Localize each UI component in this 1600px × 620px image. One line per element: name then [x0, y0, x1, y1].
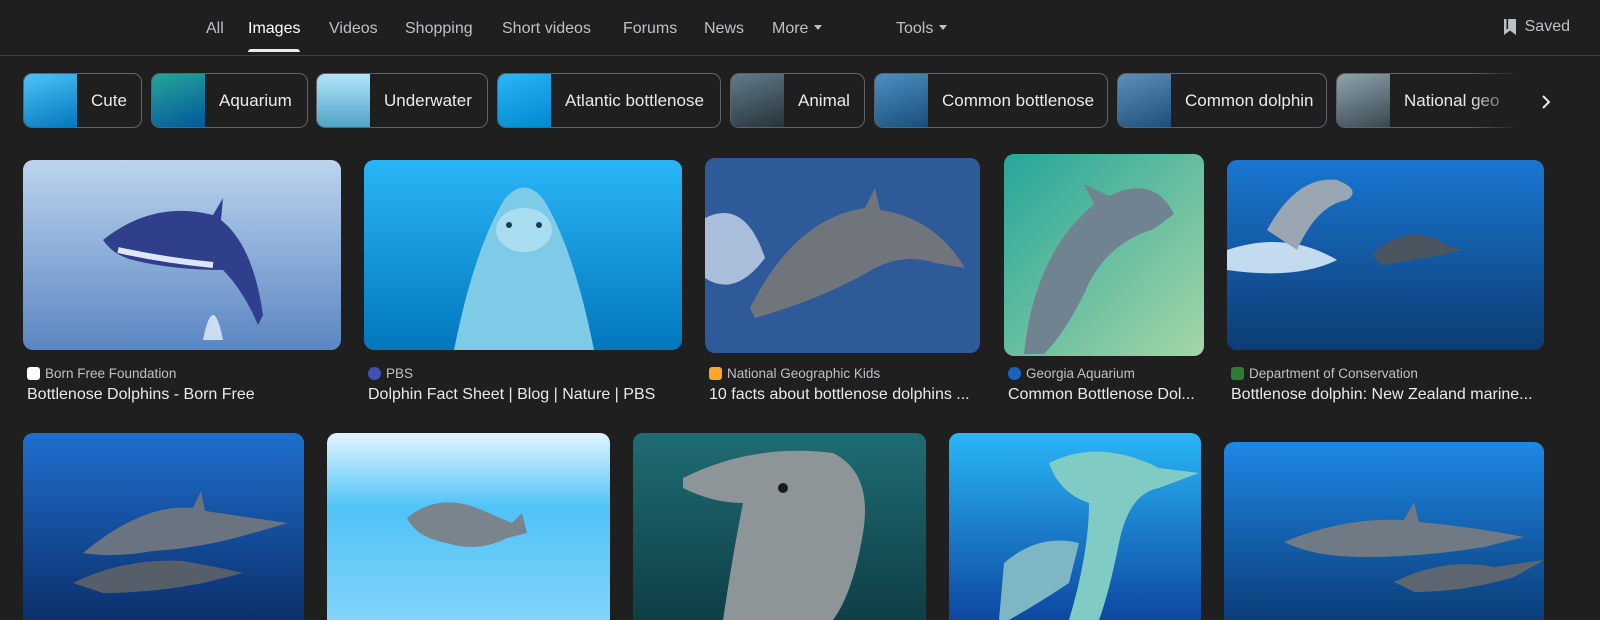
result-image[interactable]: [705, 158, 980, 353]
image-result[interactable]: [23, 433, 304, 620]
chip-aquarium[interactable]: Aquarium: [151, 73, 308, 128]
tab-forums[interactable]: Forums: [623, 20, 677, 38]
chip-thumbnail: [1118, 74, 1171, 127]
result-title[interactable]: Common Bottlenose Dol...: [1008, 386, 1204, 404]
chip-label: Underwater: [384, 90, 472, 110]
tab-images-label: Images: [248, 20, 301, 37]
chip-label: Aquarium: [219, 90, 292, 110]
source-name: Department of Conservation: [1249, 366, 1418, 381]
tab-shopping[interactable]: Shopping: [405, 20, 473, 38]
tools-label: Tools: [896, 20, 934, 37]
chip-thumbnail: [317, 74, 370, 127]
result-image[interactable]: [949, 433, 1201, 620]
chip-thumbnail: [1337, 74, 1390, 127]
saved-button[interactable]: Saved: [1503, 18, 1570, 36]
result-image[interactable]: [364, 160, 682, 350]
chip-thumbnail: [875, 74, 928, 127]
image-result[interactable]: PBS Dolphin Fact Sheet | Blog | Nature |…: [364, 160, 682, 410]
image-result[interactable]: [327, 433, 610, 620]
result-image[interactable]: [633, 433, 926, 620]
image-result[interactable]: Department of Conservation Bottlenose do…: [1227, 160, 1544, 410]
chip-underwater[interactable]: Underwater: [316, 73, 488, 128]
bookmark-icon: [1503, 19, 1516, 35]
site-favicon-icon: [27, 367, 40, 380]
related-searches-chips: Cute Aquarium Underwater Atlantic bottle…: [23, 73, 1543, 129]
site-favicon-icon: [368, 367, 381, 380]
image-result[interactable]: Georgia Aquarium Common Bottlenose Dol..…: [1004, 154, 1204, 410]
tab-short-videos[interactable]: Short videos: [502, 20, 591, 38]
result-image[interactable]: [1224, 442, 1544, 620]
chevron-down-icon: [814, 25, 823, 30]
source-name: Georgia Aquarium: [1026, 366, 1135, 381]
source-name: National Geographic Kids: [727, 366, 881, 381]
result-title[interactable]: 10 facts about bottlenose dolphins ...: [709, 386, 980, 404]
chip-thumbnail: [24, 74, 77, 127]
tab-more[interactable]: More: [772, 20, 823, 38]
chevron-down-icon: [939, 25, 948, 30]
result-image[interactable]: [327, 433, 610, 620]
source-name: Born Free Foundation: [45, 366, 177, 381]
result-image[interactable]: [23, 160, 341, 350]
search-tabs-bar: All Images Videos Shopping Short videos …: [0, 0, 1600, 56]
tab-videos[interactable]: Videos: [329, 20, 378, 38]
image-result[interactable]: Born Free Foundation Bottlenose Dolphins…: [23, 160, 341, 410]
tools-button[interactable]: Tools: [896, 20, 948, 38]
chip-label: Common dolphin: [1185, 90, 1314, 110]
image-result[interactable]: National Geographic Kids 10 facts about …: [705, 158, 980, 410]
result-title[interactable]: Dolphin Fact Sheet | Blog | Nature | PBS: [368, 386, 682, 404]
tab-news[interactable]: News: [704, 20, 744, 38]
site-favicon-icon: [709, 367, 722, 380]
source-name: PBS: [386, 366, 414, 381]
image-result[interactable]: [633, 433, 926, 620]
result-image[interactable]: [1227, 160, 1544, 350]
saved-label: Saved: [1524, 18, 1570, 35]
tab-all[interactable]: All: [206, 20, 224, 38]
result-image[interactable]: [23, 433, 304, 620]
chip-common-bottlenose[interactable]: Common bottlenose: [874, 73, 1108, 128]
chip-label: Atlantic bottlenose: [565, 90, 704, 110]
chip-thumbnail: [498, 74, 551, 127]
site-favicon-icon: [1008, 367, 1021, 380]
chip-thumbnail: [152, 74, 205, 127]
result-source: PBS: [368, 366, 413, 381]
tab-images[interactable]: Images: [248, 20, 301, 52]
result-source: Department of Conservation: [1231, 366, 1418, 381]
chip-label: Cute: [91, 90, 127, 110]
tab-more-label: More: [772, 20, 809, 37]
result-source: National Geographic Kids: [709, 366, 880, 381]
chip-label: Animal: [798, 90, 850, 110]
result-source: Born Free Foundation: [27, 366, 176, 381]
result-image[interactable]: [1004, 154, 1204, 356]
chips-next-button[interactable]: [1532, 88, 1560, 116]
active-tab-indicator: [248, 49, 301, 52]
chip-common-dolphin[interactable]: Common dolphin: [1117, 73, 1327, 128]
result-title[interactable]: Bottlenose dolphin: New Zealand marine..…: [1231, 386, 1544, 404]
site-favicon-icon: [1231, 367, 1244, 380]
chip-thumbnail: [731, 74, 784, 127]
result-title[interactable]: Bottlenose Dolphins - Born Free: [27, 386, 341, 404]
result-source: Georgia Aquarium: [1008, 366, 1135, 381]
chip-label: Common bottlenose: [942, 90, 1095, 110]
chip-animal[interactable]: Animal: [730, 73, 865, 128]
image-result[interactable]: [1224, 442, 1544, 620]
chip-atlantic-bottlenose[interactable]: Atlantic bottlenose: [497, 73, 721, 128]
chevron-right-icon: [1542, 95, 1551, 109]
image-result[interactable]: [949, 433, 1201, 620]
chip-cute[interactable]: Cute: [23, 73, 142, 128]
